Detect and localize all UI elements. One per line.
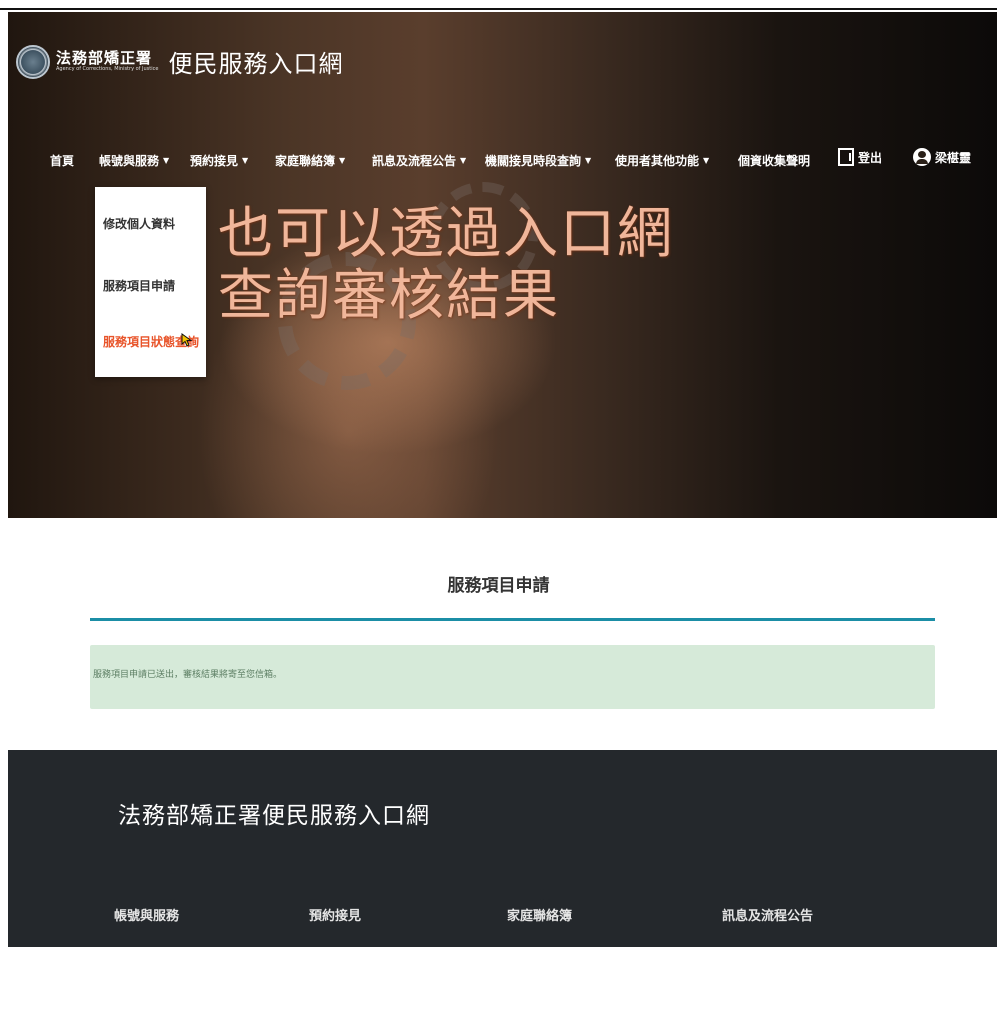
account-services-dropdown: 修改個人資料 服務項目申請 服務項目狀態查詢 <box>95 187 206 377</box>
caret-down-icon: ▼ <box>585 156 592 165</box>
nav-privacy-label: 個資收集聲明 <box>738 154 811 168</box>
dropdown-item-edit-profile[interactable]: 修改個人資料 <box>103 215 175 232</box>
nav-logout[interactable]: 登出 <box>838 148 882 166</box>
portal-name: 便民服務入口網 <box>168 50 344 78</box>
pointer-cursor-icon <box>181 333 193 347</box>
caret-down-icon: ▼ <box>163 156 170 165</box>
nav-other-functions[interactable]: 使用者其他功能 ▼ <box>615 152 709 169</box>
footer-title: 法務部矯正署便民服務入口網 <box>118 803 430 829</box>
nav-home[interactable]: 首頁 <box>50 152 74 169</box>
nav-news[interactable]: 訊息及流程公告 ▼ <box>372 152 466 169</box>
nav-home-label: 首頁 <box>50 154 75 168</box>
caret-down-icon: ▼ <box>339 156 346 165</box>
caret-down-icon: ▼ <box>703 156 710 165</box>
nav-logout-label: 登出 <box>858 150 883 165</box>
footer-link-visit-booking[interactable]: 預約接見 <box>309 905 361 924</box>
hero-banner: 法務部矯正署 Agency of Corrections, Ministry o… <box>8 12 997 518</box>
logo-text: 法務部矯正署 Agency of Corrections, Ministry o… <box>56 50 158 73</box>
footer-link-account-services[interactable]: 帳號與服務 <box>114 905 179 924</box>
nav-news-label: 訊息及流程公告 <box>372 154 457 168</box>
logo-org-english: Agency of Corrections, Ministry of Justi… <box>56 66 159 72</box>
nav-user-name: 梁椹靈 <box>935 150 972 165</box>
nav-privacy[interactable]: 個資收集聲明 <box>738 152 810 169</box>
hero-line-2: 查詢審核結果 <box>218 263 561 327</box>
site-footer: 法務部矯正署便民服務入口網 帳號與服務 預約接見 家庭聯絡簿 訊息及流程公告 <box>8 750 997 947</box>
main-nav: 首頁 帳號與服務 ▼ 預約接見 ▼ 家庭聯絡簿 ▼ 訊息及流程公告 ▼ 機關接見… <box>8 148 997 182</box>
page-title: 服務項目申請 <box>447 576 550 596</box>
nav-agency-visit-times-label: 機關接見時段查詢 <box>485 154 582 168</box>
nav-user[interactable]: 梁椹靈 <box>913 148 971 166</box>
nav-agency-visit-times[interactable]: 機關接見時段查詢 ▼ <box>485 152 591 169</box>
success-alert: 服務項目申請已送出，審核結果將寄至您信箱。 <box>90 645 935 709</box>
caret-down-icon: ▼ <box>242 156 249 165</box>
hero-headline: 也可以透過入口網 查詢審核結果 <box>218 202 674 326</box>
user-icon <box>913 148 931 166</box>
caret-down-icon: ▼ <box>460 156 467 165</box>
footer-link-news[interactable]: 訊息及流程公告 <box>722 905 813 924</box>
nav-family-contact[interactable]: 家庭聯絡簿 ▼ <box>275 152 345 169</box>
site-logo[interactable]: 法務部矯正署 Agency of Corrections, Ministry o… <box>16 44 343 79</box>
nav-account-services-label: 帳號與服務 <box>99 154 160 168</box>
dropdown-item-service-application[interactable]: 服務項目申請 <box>103 277 175 294</box>
logo-org-name: 法務部矯正署 <box>56 49 153 67</box>
nav-visit-booking[interactable]: 預約接見 ▼ <box>190 152 248 169</box>
nav-visit-booking-label: 預約接見 <box>190 154 239 168</box>
footer-link-family-contact[interactable]: 家庭聯絡簿 <box>507 905 572 924</box>
alert-message: 服務項目申請已送出，審核結果將寄至您信箱。 <box>93 670 283 680</box>
nav-other-functions-label: 使用者其他功能 <box>615 154 700 168</box>
top-border <box>0 8 997 10</box>
hero-line-1: 也可以透過入口網 <box>218 201 675 265</box>
nav-family-contact-label: 家庭聯絡簿 <box>275 154 336 168</box>
agency-seal-icon <box>16 44 50 79</box>
logout-icon <box>838 148 854 166</box>
nav-account-services[interactable]: 帳號與服務 ▼ <box>99 152 169 169</box>
title-divider <box>90 618 935 621</box>
